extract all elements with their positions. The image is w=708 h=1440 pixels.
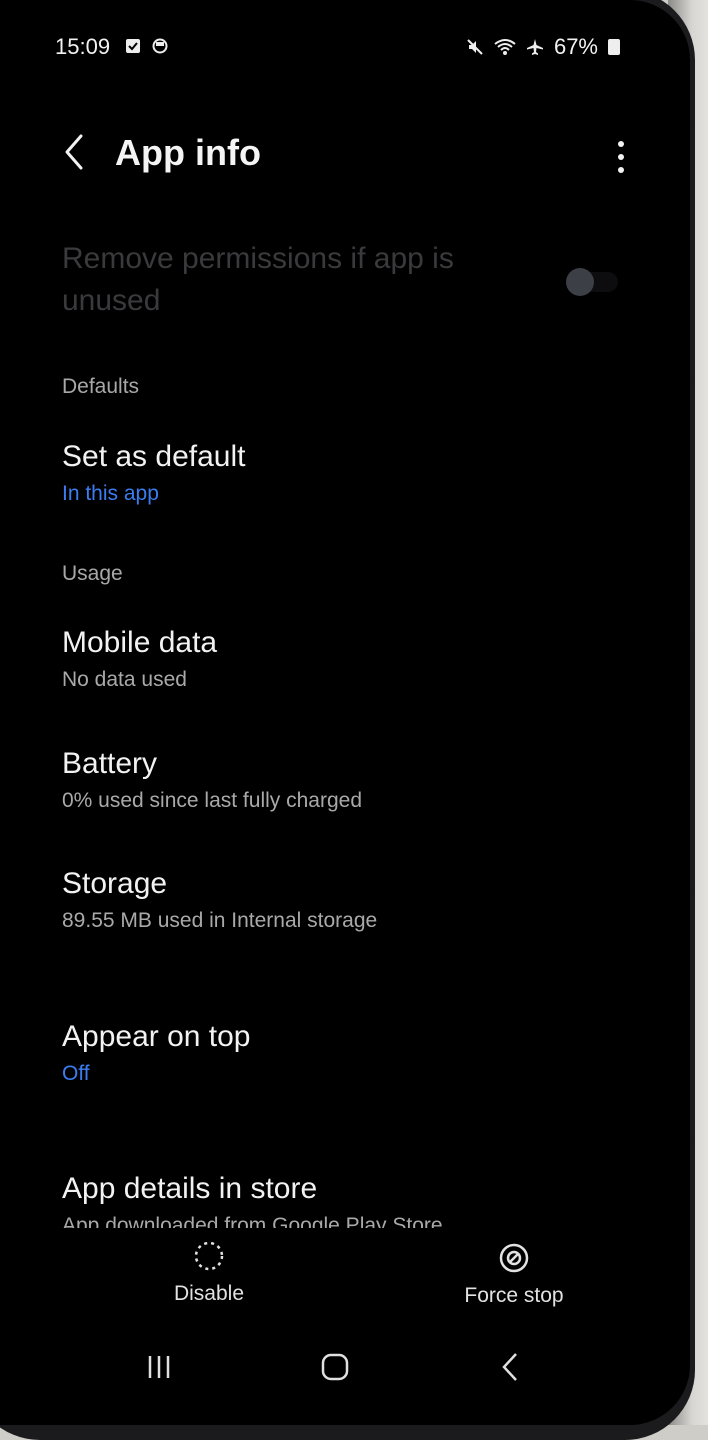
status-bar: 15:09 67%	[55, 30, 620, 66]
item-title: Mobile data	[62, 626, 218, 659]
item-title: App details in store	[62, 1172, 318, 1205]
navigation-bar	[0, 1340, 690, 1390]
item-subtitle: 0% used since last fully charged	[62, 789, 362, 812]
item-subtitle: App downloaded from Google Play Store	[62, 1214, 443, 1228]
remove-permissions-label: Remove permissions if app is unused	[62, 242, 454, 317]
screen: 15:09 67% App info Remove permissions if…	[0, 0, 690, 1425]
back-button[interactable]	[55, 130, 95, 176]
app-details-item[interactable]: App details in store App downloaded from…	[62, 1170, 642, 1228]
section-defaults: Defaults	[62, 375, 140, 398]
item-title: Appear on top	[62, 1020, 251, 1053]
mobile-data-item[interactable]: Mobile data No data used	[62, 624, 642, 692]
status-right: 67%	[466, 34, 620, 60]
item-subtitle: No data used	[62, 668, 187, 691]
appear-on-top-item[interactable]: Appear on top Off	[62, 1018, 642, 1086]
set-as-default-item[interactable]: Set as default In this app	[62, 438, 642, 506]
item-title: Storage	[62, 867, 168, 900]
sync-notification-icon	[152, 38, 168, 54]
storage-item[interactable]: Storage 89.55 MB used in Internal storag…	[62, 865, 642, 933]
disable-button[interactable]: Disable	[119, 1240, 299, 1306]
home-icon[interactable]	[315, 1350, 355, 1384]
back-icon[interactable]	[490, 1350, 530, 1384]
battery-icon	[608, 39, 620, 55]
app-bar: App info	[55, 120, 630, 190]
bottom-actions: Disable Force stop	[0, 1230, 690, 1320]
more-options-button[interactable]	[612, 138, 630, 176]
force-stop-button[interactable]: Force stop	[424, 1242, 604, 1308]
mute-icon	[467, 39, 483, 55]
item-title: Battery	[62, 747, 158, 780]
checkbox-notification-icon	[126, 39, 140, 53]
battery-item[interactable]: Battery 0% used since last fully charged	[62, 745, 642, 813]
force-stop-icon	[499, 1243, 529, 1273]
recents-icon[interactable]	[140, 1350, 180, 1384]
wifi-icon	[494, 39, 516, 55]
item-subtitle: In this app	[62, 482, 159, 505]
force-stop-label: Force stop	[464, 1284, 564, 1307]
disable-label: Disable	[173, 1282, 245, 1305]
battery-percent: 67%	[553, 34, 598, 59]
status-time: 15:09	[55, 34, 111, 59]
item-title: Set as default	[62, 440, 246, 473]
page-title: App info	[115, 132, 261, 173]
disable-icon	[194, 1241, 224, 1271]
airplane-icon	[526, 39, 543, 55]
section-usage: Usage	[62, 562, 123, 585]
item-subtitle: Off	[62, 1062, 90, 1085]
toggle-knob	[566, 268, 594, 296]
item-subtitle: 89.55 MB used in Internal storage	[62, 909, 378, 932]
remove-permissions-toggle[interactable]	[560, 264, 620, 300]
